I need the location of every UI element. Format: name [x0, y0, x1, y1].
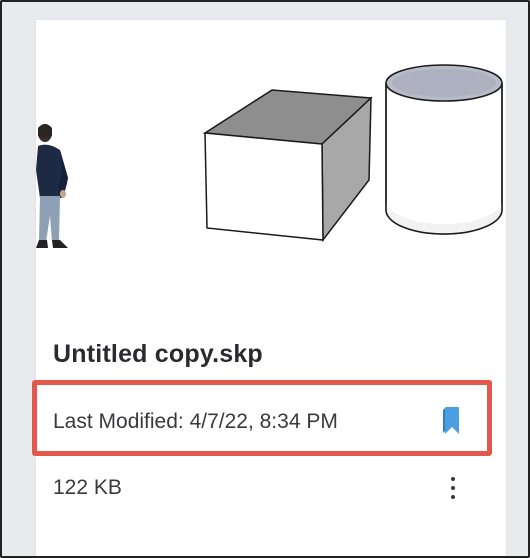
- cylinder-shape: [385, 64, 503, 235]
- box-shape: [202, 89, 373, 243]
- file-card[interactable]: Untitled copy.skp Last Modified: 4/7/22,…: [32, 20, 506, 558]
- file-size: 122 KB: [53, 476, 122, 499]
- last-modified-text: Last Modified: 4/7/22, 8:34 PM: [53, 410, 338, 433]
- bookmark-icon[interactable]: [440, 406, 464, 436]
- person-figure: [36, 124, 68, 248]
- model-preview-image: [36, 64, 503, 248]
- more-dot: [451, 477, 455, 481]
- more-dot: [451, 486, 455, 490]
- more-options-icon[interactable]: [440, 470, 466, 506]
- more-dot: [451, 495, 455, 499]
- file-name[interactable]: Untitled copy.skp: [53, 340, 263, 369]
- model-thumbnail[interactable]: [36, 20, 506, 320]
